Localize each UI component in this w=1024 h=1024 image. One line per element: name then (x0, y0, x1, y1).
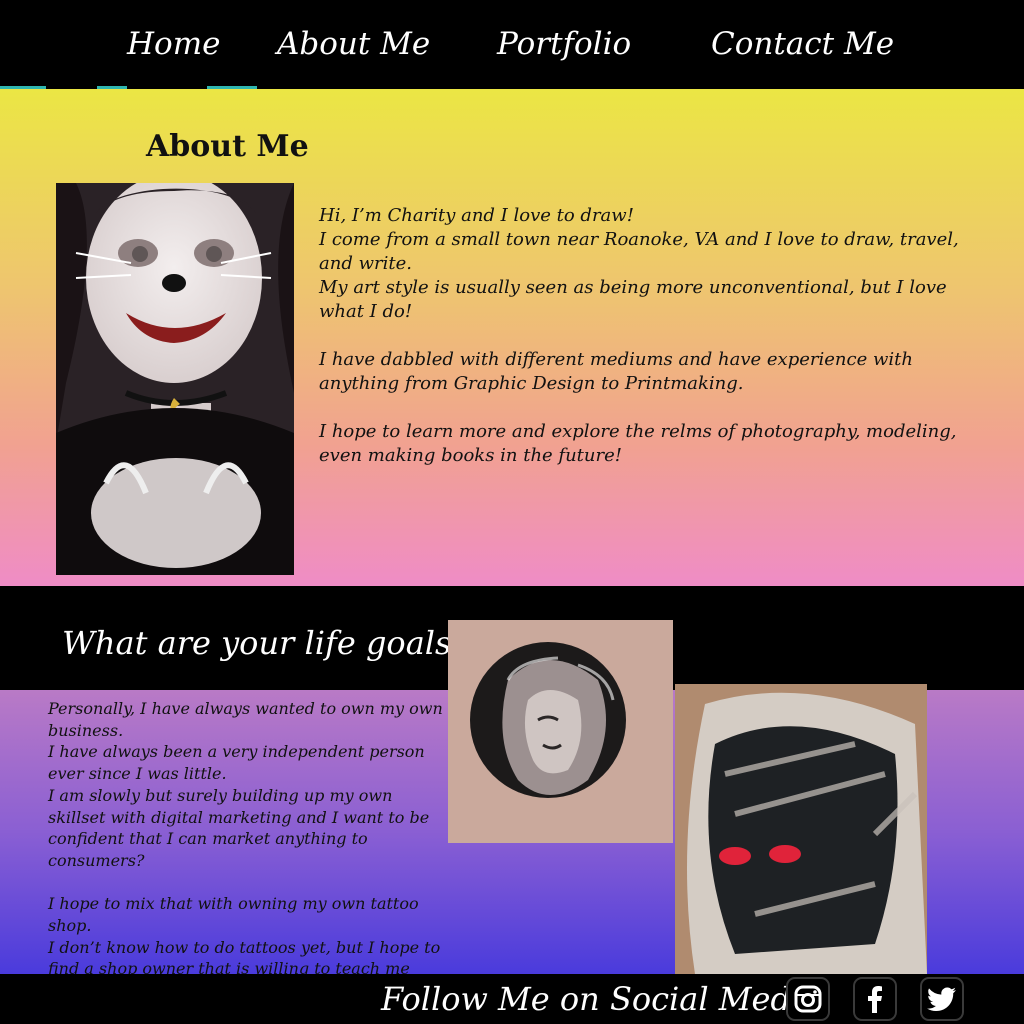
nav-contact-me-link[interactable]: Contact Me (711, 22, 894, 66)
goals-paragraph: I am slowly but surely building up my ow… (48, 785, 430, 870)
about-paragraph: I hope to learn more and explore the rel… (319, 421, 957, 466)
instagram-icon (794, 985, 822, 1013)
goals-paragraph: I hope to mix that with owning my own ta… (48, 894, 419, 936)
facebook-link[interactable] (853, 977, 897, 1021)
tattoo-photo-face (448, 620, 673, 843)
instagram-link[interactable] (786, 977, 830, 1021)
tattoo-photo-shadow-figure (675, 684, 927, 974)
about-paragraph: I have dabbled with different mediums an… (319, 349, 913, 394)
goals-description: Personally, I have always wanted to own … (48, 698, 453, 1002)
goals-paragraph: I have always been a very independent pe… (48, 742, 425, 784)
follow-social-label: Follow Me on Social Media- (381, 980, 832, 1018)
goals-title: What are your life goals? (62, 624, 469, 662)
about-paragraph: Hi, I’m Charity and I love to draw! (319, 205, 634, 226)
footer: Follow Me on Social Media- (0, 974, 1024, 1024)
about-description: Hi, I’m Charity and I love to draw! I co… (319, 204, 969, 468)
portrait-photo (56, 183, 294, 575)
about-title: About Me (146, 129, 309, 164)
twitter-link[interactable] (920, 977, 964, 1021)
about-paragraph: I come from a small town near Roanoke, V… (319, 229, 959, 274)
nav-home-link[interactable]: Home (127, 22, 220, 66)
top-navigation: Home About Me Portfolio Contact Me (0, 0, 1024, 89)
twitter-icon (927, 987, 956, 1012)
about-section: About Me Hi, I’m Charity and I love to d… (0, 89, 1024, 586)
nav-portfolio-link[interactable]: Portfolio (497, 22, 631, 66)
facebook-icon (868, 986, 882, 1013)
goals-paragraph: Personally, I have always wanted to own … (48, 699, 443, 740)
nav-about-me-link[interactable]: About Me (277, 22, 430, 66)
about-paragraph: My art style is usually seen as being mo… (319, 277, 947, 322)
